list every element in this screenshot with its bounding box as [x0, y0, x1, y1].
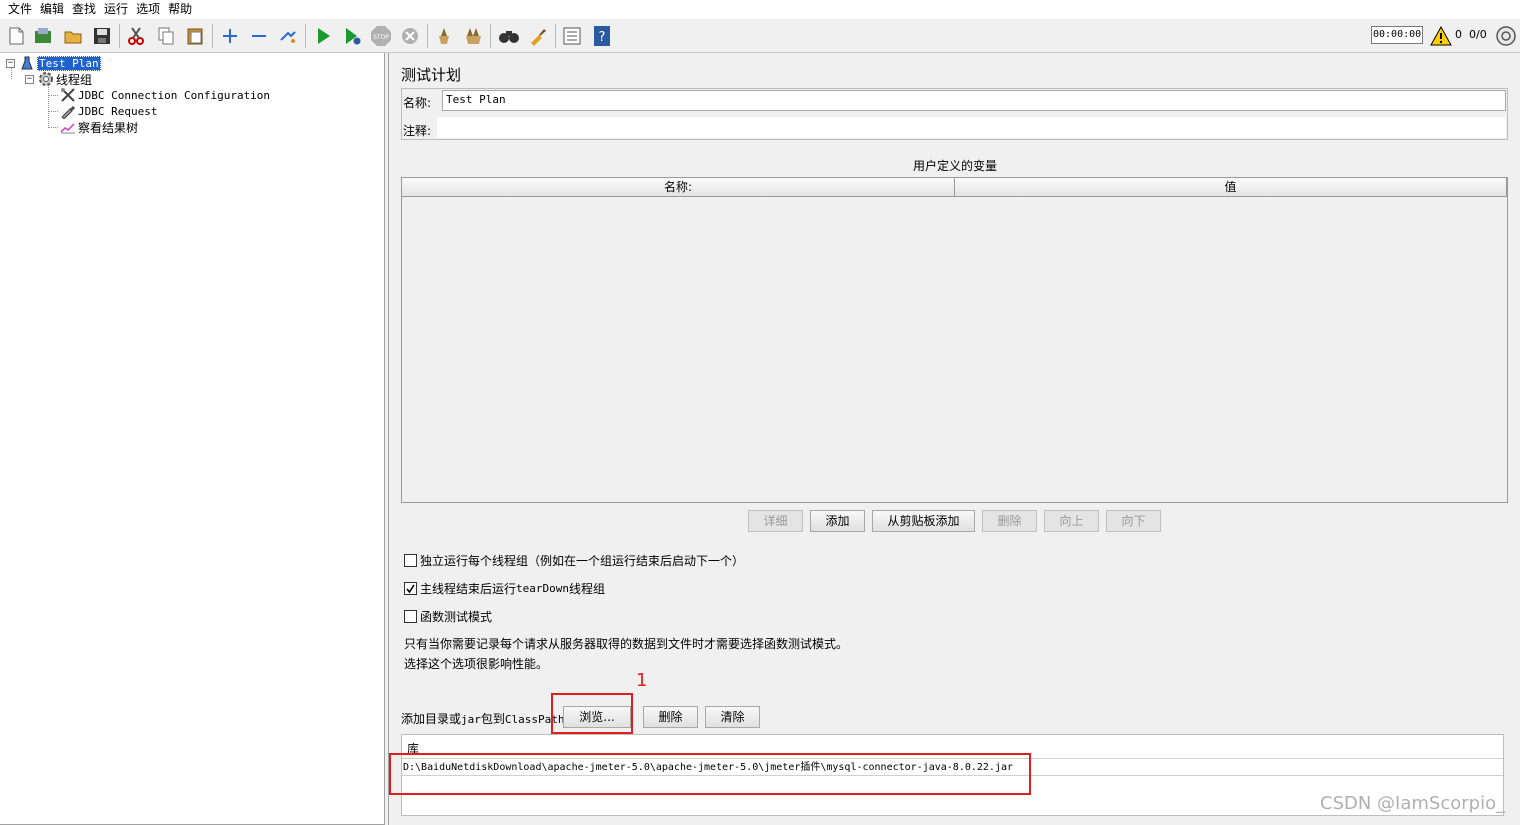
functional-mode-option[interactable]: 函数测试模式: [404, 608, 492, 625]
checkmark-icon: [406, 584, 415, 594]
detail-button[interactable]: 详细: [748, 510, 803, 532]
menu-edit[interactable]: 编辑: [36, 0, 68, 19]
menu-help[interactable]: 帮助: [164, 0, 196, 19]
add-from-clipboard-button[interactable]: 从剪贴板添加: [872, 510, 975, 532]
tree-item-jdbc-connection[interactable]: JDBC Connection Configuration: [60, 87, 270, 103]
serialize-thread-groups-option[interactable]: 独立运行每个线程组（例如在一个组运行结束后启动下一个）: [404, 552, 744, 569]
help-icon[interactable]: ?: [590, 24, 614, 48]
save-icon[interactable]: [90, 24, 114, 48]
reset-search-icon[interactable]: [526, 24, 550, 48]
new-icon[interactable]: [4, 24, 28, 48]
comment-input[interactable]: [437, 117, 1506, 138]
templates-icon[interactable]: [31, 24, 55, 48]
start-no-pause-icon[interactable]: [340, 24, 364, 48]
tree-item-label: Test Plan: [37, 55, 101, 71]
menu-options[interactable]: 选项: [132, 0, 164, 19]
menu-run[interactable]: 运行: [100, 0, 132, 19]
column-header-value[interactable]: 值: [955, 178, 1507, 197]
classpath-clear-button[interactable]: 清除: [705, 706, 760, 728]
serialize-checkbox[interactable]: [404, 554, 417, 567]
open-icon[interactable]: [61, 24, 85, 48]
paste-icon[interactable]: [183, 24, 207, 48]
svg-text:?: ?: [599, 30, 606, 45]
cut-icon[interactable]: [124, 24, 148, 48]
tree-item-label: 线程组: [56, 72, 93, 87]
toolbar: STOP ? 00:00:00 0 0/0: [0, 19, 1520, 53]
teardown-label-prefix: 主线程结束后运行: [420, 582, 517, 596]
active-threads: 0/0: [1469, 28, 1487, 41]
panel-title: 测试计划: [401, 66, 462, 84]
collapse-toggle[interactable]: −: [6, 58, 15, 68]
shutdown-icon[interactable]: [398, 24, 422, 48]
watermark: CSDN @IamScorpio_: [1320, 793, 1506, 814]
svg-text:STOP: STOP: [373, 34, 389, 41]
functional-mode-checkbox[interactable]: [404, 610, 417, 623]
tree-item-label: JDBC Request: [78, 104, 158, 118]
comment-label: 注释:: [403, 124, 432, 138]
name-label: 名称:: [403, 96, 432, 110]
menu-search[interactable]: 查找: [68, 0, 100, 19]
classpath-label: 添加目录或jar包到ClassPath: [401, 710, 565, 727]
menu-bar: 文件 编辑 查找 运行 选项 帮助: [0, 0, 1520, 19]
teardown-label-mono: tearDown: [516, 582, 569, 595]
warning-icon[interactable]: [1429, 24, 1453, 48]
annotation-box-browse: [551, 693, 633, 734]
user-variables-title: 用户定义的变量: [912, 159, 997, 173]
serialize-label: 独立运行每个线程组（例如在一个组运行结束后启动下一个）: [420, 554, 745, 568]
functional-note-line-2: 选择这个选项很影响性能。: [404, 657, 549, 671]
stop-icon[interactable]: STOP: [369, 24, 393, 48]
tree-item-label: JDBC Connection Configuration: [78, 88, 271, 102]
clear-icon[interactable]: [432, 24, 456, 48]
copy-icon[interactable]: [154, 24, 178, 48]
tree-item-results-tree[interactable]: 察看结果树: [60, 119, 138, 135]
classpath-label-part: 添加目录或: [401, 712, 462, 726]
tree-item-label: 察看结果树: [78, 120, 139, 135]
functional-note-line-1: 只有当你需要记录每个请求从服务器取得的数据到文件时才需要选择函数测试模式。: [404, 637, 849, 651]
move-down-button[interactable]: 向下: [1106, 510, 1161, 532]
menu-file[interactable]: 文件: [4, 0, 36, 19]
move-up-button[interactable]: 向上: [1044, 510, 1099, 532]
delete-button[interactable]: 删除: [982, 510, 1037, 532]
test-plan-tree: − Test Plan − 线程组 JDBC Connection Config…: [0, 53, 385, 825]
name-input[interactable]: Test Plan: [442, 90, 1506, 111]
test-plan-icon: [19, 55, 35, 71]
column-header-name[interactable]: 名称:: [402, 178, 955, 197]
listener-chart-icon: [60, 119, 76, 135]
classpath-label-part: 包到: [480, 712, 505, 726]
functional-mode-label: 函数测试模式: [420, 610, 493, 624]
expand-icon[interactable]: [218, 24, 242, 48]
tree-item-test-plan[interactable]: − Test Plan: [6, 55, 101, 71]
teardown-label-suffix: 线程组: [569, 582, 606, 596]
sampler-pipette-icon: [60, 103, 76, 119]
elapsed-timer: 00:00:00: [1371, 26, 1423, 44]
tree-item-jdbc-request[interactable]: JDBC Request: [60, 103, 157, 119]
teardown-checkbox[interactable]: [404, 582, 417, 595]
thread-group-gear-icon: [38, 71, 54, 87]
annotation-number: 1: [636, 670, 648, 691]
tree-item-thread-group[interactable]: − 线程组: [25, 71, 92, 87]
user-variables-table[interactable]: 名称: 值: [401, 177, 1508, 503]
add-button[interactable]: 添加: [810, 510, 865, 532]
remote-status-icon[interactable]: [1494, 24, 1518, 48]
collapse-toggle[interactable]: −: [25, 74, 34, 84]
toggle-icon[interactable]: [276, 24, 300, 48]
function-helper-icon[interactable]: [560, 24, 584, 48]
teardown-option[interactable]: 主线程结束后运行 tearDown 线程组: [404, 580, 605, 597]
search-icon[interactable]: [497, 24, 521, 48]
start-icon[interactable]: [311, 24, 335, 48]
config-wrench-icon: [60, 87, 76, 103]
classpath-label-part: jar: [461, 713, 481, 726]
warning-count: 0: [1455, 28, 1462, 41]
collapse-icon[interactable]: [247, 24, 271, 48]
clear-all-icon[interactable]: [461, 24, 485, 48]
classpath-delete-button[interactable]: 删除: [643, 706, 698, 728]
annotation-box-library: [389, 753, 1031, 795]
